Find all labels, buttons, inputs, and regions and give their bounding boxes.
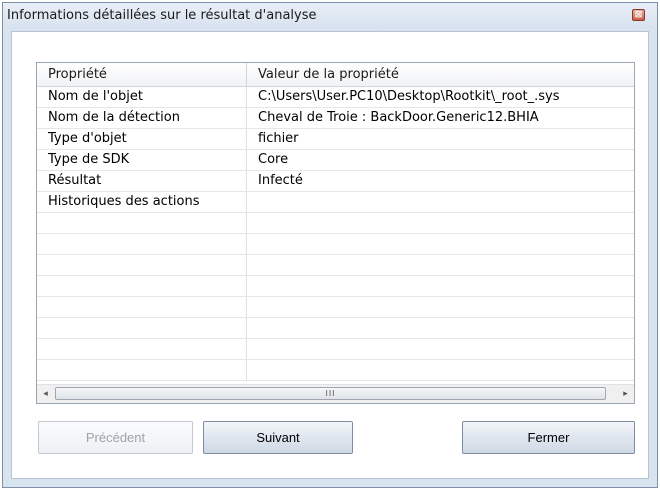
table-row[interactable]: Résultat Infecté — [37, 171, 634, 192]
property-value: Cheval de Troie : BackDoor.Generic12.BHI… — [258, 110, 539, 125]
table-header: Propriété Valeur de la propriété — [37, 63, 634, 87]
dialog-title: Informations détaillées sur le résultat … — [7, 8, 317, 23]
empty-cell — [37, 276, 247, 296]
next-button[interactable]: Suivant — [203, 421, 353, 454]
property-name: Nom de la détection — [37, 108, 247, 128]
scroll-left-icon[interactable]: ◂ — [37, 385, 54, 403]
title-bar: Informations détaillées sur le résultat … — [3, 3, 657, 29]
empty-cell — [37, 318, 247, 338]
empty-cell — [37, 360, 247, 380]
empty-row — [37, 255, 634, 276]
column-header-value[interactable]: Valeur de la propriété — [247, 63, 634, 86]
scroll-right-icon[interactable]: ▸ — [617, 385, 634, 403]
property-name: Type de SDK — [37, 150, 247, 170]
column-header-property[interactable]: Propriété — [37, 63, 247, 86]
close-button[interactable]: Fermer — [462, 421, 635, 454]
table-row[interactable]: Type d'objet fichier — [37, 129, 634, 150]
property-value — [247, 192, 634, 212]
empty-row — [37, 318, 634, 339]
property-value: Infecté — [258, 173, 303, 188]
property-value: Core — [258, 152, 289, 167]
empty-row — [37, 297, 634, 318]
close-icon[interactable]: ⊠ — [632, 9, 645, 21]
properties-table: Propriété Valeur de la propriété Nom de … — [36, 62, 635, 404]
empty-row — [37, 339, 634, 360]
empty-row — [37, 213, 634, 234]
empty-row — [37, 234, 634, 255]
horizontal-scrollbar[interactable]: ◂ III ▸ — [37, 384, 634, 403]
property-value: C:\Users\User.PC10\Desktop\Rootkit\_root… — [258, 89, 560, 104]
previous-button[interactable]: Précédent — [38, 421, 193, 454]
property-name: Résultat — [37, 171, 247, 191]
property-value: fichier — [258, 131, 299, 146]
empty-row — [37, 360, 634, 381]
property-name: Type d'objet — [37, 129, 247, 149]
property-name: Nom de l'objet — [37, 87, 247, 107]
empty-row — [37, 276, 634, 297]
scrollbar-thumb[interactable]: III — [55, 387, 606, 400]
empty-cell — [37, 234, 247, 254]
empty-cell — [37, 339, 247, 359]
detail-dialog: Informations détaillées sur le résultat … — [2, 2, 658, 488]
property-name: Historiques des actions — [37, 192, 247, 212]
table-row[interactable]: Historiques des actions — [37, 192, 634, 213]
empty-cell — [37, 297, 247, 317]
empty-cell — [37, 213, 247, 233]
dialog-body: Propriété Valeur de la propriété Nom de … — [11, 31, 649, 479]
table-row[interactable]: Nom de l'objet C:\Users\User.PC10\Deskto… — [37, 87, 634, 108]
empty-cell — [37, 255, 247, 275]
table-row[interactable]: Type de SDK Core — [37, 150, 634, 171]
table-row[interactable]: Nom de la détection Cheval de Troie : Ba… — [37, 108, 634, 129]
